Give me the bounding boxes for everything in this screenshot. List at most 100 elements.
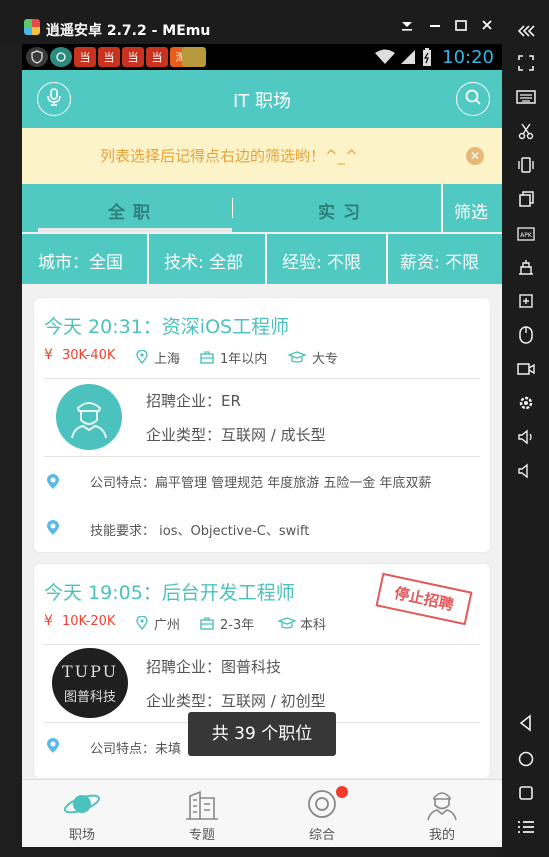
nav-label: 我的	[428, 828, 455, 843]
apk-install-icon[interactable]: APK	[511, 220, 541, 246]
nav-item-profile[interactable]: 我的	[382, 780, 502, 847]
badge-pin-icon	[46, 474, 60, 490]
skill-requirements: 技能要求： ios、Objective-C、swift	[90, 524, 310, 539]
divider	[44, 644, 480, 645]
person-icon	[422, 786, 462, 822]
yuan-icon: ¥	[44, 347, 53, 363]
company-logo-avatar: TUPU 图普科技	[52, 648, 128, 718]
keyboard-icon[interactable]	[511, 84, 541, 110]
close-tip-icon[interactable]: ✕	[466, 147, 484, 165]
collapse-toolbar-icon[interactable]	[511, 18, 541, 44]
company-type: 企业类型：互联网 / 成长型	[146, 426, 326, 444]
back-icon[interactable]	[511, 710, 541, 736]
fullscreen-icon[interactable]	[511, 50, 541, 76]
briefcase-icon	[200, 615, 214, 634]
divider	[44, 456, 480, 457]
job-city: 广州	[154, 618, 181, 633]
settings-gear-icon[interactable]	[511, 390, 541, 416]
recent-apps-icon[interactable]	[511, 780, 541, 806]
job-experience: 2-3年	[220, 618, 255, 633]
tab-internship[interactable]: 实习	[318, 198, 368, 223]
screenshot-scissors-icon[interactable]	[511, 118, 541, 144]
android-status-bar: 当 当 当 当 淘 10:20	[22, 44, 502, 70]
svg-text:APK: APK	[520, 232, 533, 239]
location-pin-icon	[136, 349, 148, 368]
nav-item-career[interactable]: 职场	[22, 780, 142, 847]
company-name: 招聘企业：图普科技	[146, 658, 282, 676]
volume-up-icon[interactable]	[511, 424, 541, 450]
phone-screen: 当 当 当 当 淘 10:20 IT 职场 列表选择后记得点右边的筛选哟！^_^…	[22, 44, 502, 847]
company-name: 招聘企业：ER	[146, 392, 241, 410]
experience-filter[interactable]: 经验: 不限	[282, 248, 361, 273]
divider	[44, 378, 480, 379]
battery-icon	[422, 47, 432, 71]
page-title: IT 职场	[232, 91, 292, 112]
minimize-icon[interactable]	[426, 18, 444, 36]
job-count-toast: 共 39 个职位	[188, 712, 336, 756]
company-logo-avatar	[56, 384, 122, 450]
mouse-icon[interactable]	[511, 322, 541, 348]
tab-full-time[interactable]: 全职	[108, 198, 158, 223]
job-experience: 1年以内	[220, 352, 268, 367]
tab-divider	[232, 198, 233, 218]
company-features: 公司特点：未填	[90, 742, 182, 757]
home-icon[interactable]	[511, 746, 541, 772]
clock: 10:20	[442, 47, 494, 68]
job-type-tabs: 全职 实习 筛选	[22, 184, 502, 232]
shake-icon[interactable]	[511, 152, 541, 178]
active-tab-indicator	[38, 228, 232, 232]
logo-wordmark: TUPU	[61, 662, 119, 681]
close-window-icon[interactable]	[478, 18, 496, 36]
graduation-cap-icon	[277, 615, 297, 634]
shield-notification-icon	[26, 47, 48, 67]
job-card[interactable]: 今天 20:31：资深iOS工程师 ¥ 30K-40K 上海 1年以内 大专 招…	[34, 298, 490, 552]
nav-label: 职场	[68, 828, 95, 843]
signal-icon	[400, 49, 416, 69]
job-salary: 10K-20K	[62, 614, 116, 629]
search-icon	[464, 88, 482, 110]
nav-item-topics[interactable]: 专题	[142, 780, 262, 847]
yuan-icon: ¥	[44, 613, 53, 629]
job-education: 大专	[312, 352, 339, 367]
badge-pin-icon	[46, 520, 60, 536]
company-features: 公司特点：扁平管理 管理规范 年度旅游 五险一金 年底双薪	[90, 476, 432, 491]
nav-label: 综合	[308, 828, 335, 843]
multi-window-icon[interactable]	[511, 186, 541, 212]
app-header: IT 职场	[22, 70, 502, 128]
filter-divider	[386, 234, 388, 284]
location-pin-icon	[136, 615, 148, 634]
maximize-icon[interactable]	[452, 18, 470, 36]
filter-button[interactable]: 筛选	[454, 198, 488, 223]
nav-item-general[interactable]: 综合	[262, 780, 382, 847]
salary-filter[interactable]: 薪资: 不限	[400, 248, 479, 273]
search-button[interactable]	[456, 82, 490, 116]
dangdang-notification-icon: 当	[122, 47, 144, 67]
stopped-hiring-stamp: 停止招聘	[375, 572, 473, 626]
memu-logo-icon	[24, 19, 40, 35]
planet-icon	[62, 786, 102, 822]
job-salary: 30K-40K	[62, 348, 116, 363]
location-icon[interactable]	[511, 254, 541, 280]
emulator-window: 逍遥安卓 2.7.2 - MEmu APK 当 当 当 当 淘 10:20 IT…	[0, 0, 549, 857]
menu-list-icon[interactable]	[511, 814, 541, 840]
dropdown-icon[interactable]	[398, 18, 416, 36]
tech-filter[interactable]: 技术: 全部	[164, 248, 243, 273]
dangdang-notification-icon: 当	[146, 47, 168, 67]
filter-divider	[147, 234, 149, 284]
building-icon	[182, 786, 222, 822]
city-filter[interactable]: 城市：全国	[38, 248, 123, 273]
share-folder-icon[interactable]	[511, 288, 541, 314]
job-city: 上海	[154, 352, 181, 367]
tip-text: 列表选择后记得点右边的筛选哟！^_^	[100, 147, 358, 165]
job-title: 今天 20:31：资深iOS工程师	[44, 316, 290, 338]
app-notification-icon	[50, 47, 72, 67]
filter-divider	[265, 234, 267, 284]
notification-badge	[336, 786, 348, 798]
bottom-navigation: 职场 专题 综合 我的	[22, 779, 502, 847]
video-record-icon[interactable]	[511, 356, 541, 382]
filter-bar: 城市：全国 技术: 全部 经验: 不限 薪资: 不限	[22, 234, 502, 284]
emulator-toolbar: APK	[503, 14, 549, 857]
volume-down-icon[interactable]	[511, 458, 541, 484]
dangdang-notification-icon: 当	[74, 47, 96, 67]
logo-subtitle: 图普科技	[63, 690, 116, 705]
